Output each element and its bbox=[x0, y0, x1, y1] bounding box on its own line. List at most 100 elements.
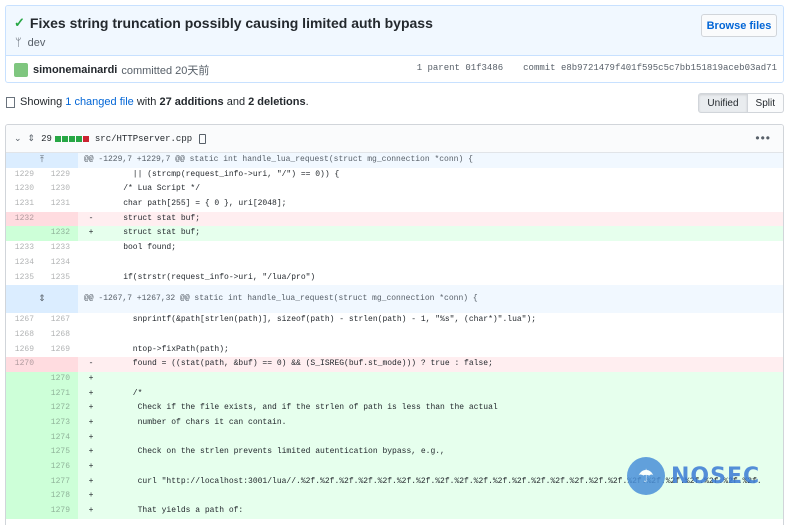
file-path[interactable]: src/HTTPserver.cpp bbox=[95, 134, 192, 144]
code-text: || (strcmp(request_info->uri, "/") == 0)… bbox=[104, 169, 340, 179]
old-line-number[interactable] bbox=[6, 460, 42, 475]
watermark-logo: ☂ NOSEC bbox=[627, 457, 760, 495]
new-line-number[interactable]: 1277 bbox=[42, 474, 78, 490]
diff-line-del: 1232 - struct stat buf; bbox=[6, 211, 783, 227]
diff-line-ctx: 1269 1269 ntop->fixPath(path); bbox=[6, 342, 783, 358]
expand-all-icon[interactable]: ⇕ bbox=[28, 133, 36, 144]
code-text: found = ((stat(path, &buf) == 0) && (S_I… bbox=[104, 359, 493, 369]
new-line-number[interactable]: 1279 bbox=[42, 504, 78, 519]
old-line-number[interactable] bbox=[6, 489, 42, 505]
author-name[interactable]: simonemainardi bbox=[33, 64, 117, 76]
old-line-number[interactable]: 1232 bbox=[6, 211, 42, 227]
code-text: /* bbox=[104, 388, 143, 398]
branch-indicator[interactable]: ᛘ dev bbox=[15, 37, 45, 49]
commit-title-text: Fixes string truncation possibly causing… bbox=[29, 15, 433, 31]
old-line-number[interactable]: 1270 bbox=[6, 357, 42, 372]
new-line-number[interactable]: 1232 bbox=[42, 226, 78, 242]
parent-hash-link[interactable]: 01f3486 bbox=[465, 63, 503, 73]
old-line-number[interactable]: 1229 bbox=[6, 168, 42, 183]
new-line-number[interactable]: 1267 bbox=[42, 313, 78, 328]
old-line-number[interactable]: 1231 bbox=[6, 197, 42, 212]
new-line-number[interactable]: 1270 bbox=[42, 371, 78, 387]
summary-suffix: . bbox=[305, 96, 309, 108]
old-line-number[interactable] bbox=[6, 371, 42, 387]
new-line-number[interactable]: 1269 bbox=[42, 343, 78, 358]
old-line-number[interactable] bbox=[6, 445, 42, 461]
diff-summary: Showing 1 changed file with 27 additions… bbox=[6, 96, 309, 108]
new-line-number[interactable]: 1229 bbox=[42, 168, 78, 183]
changed-files-link[interactable]: 1 changed file bbox=[65, 96, 134, 108]
new-line-number[interactable]: 1231 bbox=[42, 197, 78, 212]
avatar[interactable] bbox=[14, 63, 28, 77]
clipboard-icon[interactable] bbox=[199, 133, 207, 144]
old-line-number[interactable] bbox=[6, 474, 42, 490]
old-line-number[interactable] bbox=[6, 226, 42, 242]
old-line-number[interactable]: 1269 bbox=[6, 343, 42, 358]
summary-and: and bbox=[226, 96, 246, 108]
diff-sign bbox=[78, 241, 104, 256]
diff-sign: + bbox=[88, 432, 94, 442]
old-line-number[interactable]: 1235 bbox=[6, 271, 42, 286]
diff-line-ctx: 1231 1231 char path[255] = { 0 }, uri[204… bbox=[6, 197, 783, 212]
old-line-number[interactable]: 1233 bbox=[6, 241, 42, 256]
diff-sign: + bbox=[88, 506, 94, 516]
code-text: bool found; bbox=[104, 243, 177, 253]
new-line-number[interactable] bbox=[42, 357, 78, 372]
file-diff-icon[interactable] bbox=[6, 96, 15, 108]
browse-files-button[interactable]: Browse files bbox=[701, 14, 777, 37]
expand-up-icon[interactable]: ⤒ bbox=[6, 153, 78, 168]
commit-ref: commit e8b9721479f401f595c5c7bb151819ace… bbox=[523, 63, 777, 73]
new-line-number[interactable]: 1233 bbox=[42, 241, 78, 256]
new-line-number[interactable]: 1230 bbox=[42, 182, 78, 197]
branch-name[interactable]: dev bbox=[28, 37, 46, 49]
diff-sign bbox=[78, 343, 104, 358]
new-line-number[interactable]: 1272 bbox=[42, 401, 78, 416]
new-line-number[interactable] bbox=[42, 211, 78, 227]
old-line-number[interactable] bbox=[6, 401, 42, 416]
old-line-number[interactable]: 1268 bbox=[6, 328, 42, 343]
new-line-number[interactable]: 1268 bbox=[42, 328, 78, 343]
more-options-icon[interactable]: ••• bbox=[755, 131, 771, 145]
new-line-number[interactable]: 1274 bbox=[42, 430, 78, 446]
diff-line-ctx: 1229 1229 || (strcmp(request_info->uri, "… bbox=[6, 167, 783, 183]
old-line-number[interactable] bbox=[6, 386, 42, 402]
diffstat-add-block bbox=[54, 135, 61, 142]
new-line-number[interactable]: 1278 bbox=[42, 489, 78, 505]
diff-sign: + bbox=[88, 388, 94, 398]
hunk-1-lines: 1229 1229 || (strcmp(request_info->uri, "… bbox=[6, 167, 783, 286]
diff-line-add: 1279 + That yields a path of: bbox=[6, 504, 783, 519]
diff-line-ctx: 1268 1268 bbox=[6, 327, 783, 343]
diffstat-add-block bbox=[68, 135, 75, 142]
old-line-number[interactable]: 1267 bbox=[6, 313, 42, 328]
old-line-number[interactable]: 1234 bbox=[6, 256, 42, 271]
old-line-number[interactable] bbox=[6, 430, 42, 446]
new-line-number[interactable]: 1235 bbox=[42, 271, 78, 286]
old-line-number[interactable] bbox=[6, 416, 42, 431]
new-line-number[interactable]: 1273 bbox=[42, 416, 78, 431]
diff-sign: + bbox=[88, 373, 94, 383]
commit-title: ✓ Fixes string truncation possibly causi… bbox=[14, 15, 433, 31]
old-line-number[interactable] bbox=[6, 504, 42, 519]
diff-sign bbox=[78, 271, 104, 286]
new-line-number[interactable]: 1234 bbox=[42, 256, 78, 271]
new-line-number[interactable]: 1275 bbox=[42, 445, 78, 461]
watermark-text: NOSEC bbox=[671, 463, 761, 489]
diff-sign bbox=[78, 197, 104, 212]
collapse-chevron-icon[interactable]: ⌄ bbox=[14, 133, 22, 144]
commit-title-area: ✓ Fixes string truncation possibly causi… bbox=[6, 6, 783, 56]
new-line-number[interactable]: 1271 bbox=[42, 386, 78, 402]
split-view-button[interactable]: Split bbox=[747, 93, 784, 113]
diffstat-del-block bbox=[82, 135, 89, 142]
commit-label: commit bbox=[523, 63, 556, 73]
unified-view-button[interactable]: Unified bbox=[698, 93, 748, 113]
expand-both-icon[interactable]: ⇕ bbox=[6, 285, 78, 314]
diff-line-del: 1270 - found = ((stat(path, &buf) == 0) &… bbox=[6, 357, 783, 372]
commit-refs: 1 parent 01f3486 commit e8b9721479f401f5… bbox=[417, 63, 777, 73]
hunk-header-text: @@ -1229,7 +1229,7 @@ static int handle_… bbox=[84, 155, 473, 164]
new-line-number[interactable]: 1276 bbox=[42, 460, 78, 475]
code-text: snprintf(&path[strlen(path)], sizeof(pat… bbox=[104, 315, 537, 325]
old-line-number[interactable]: 1230 bbox=[6, 182, 42, 197]
